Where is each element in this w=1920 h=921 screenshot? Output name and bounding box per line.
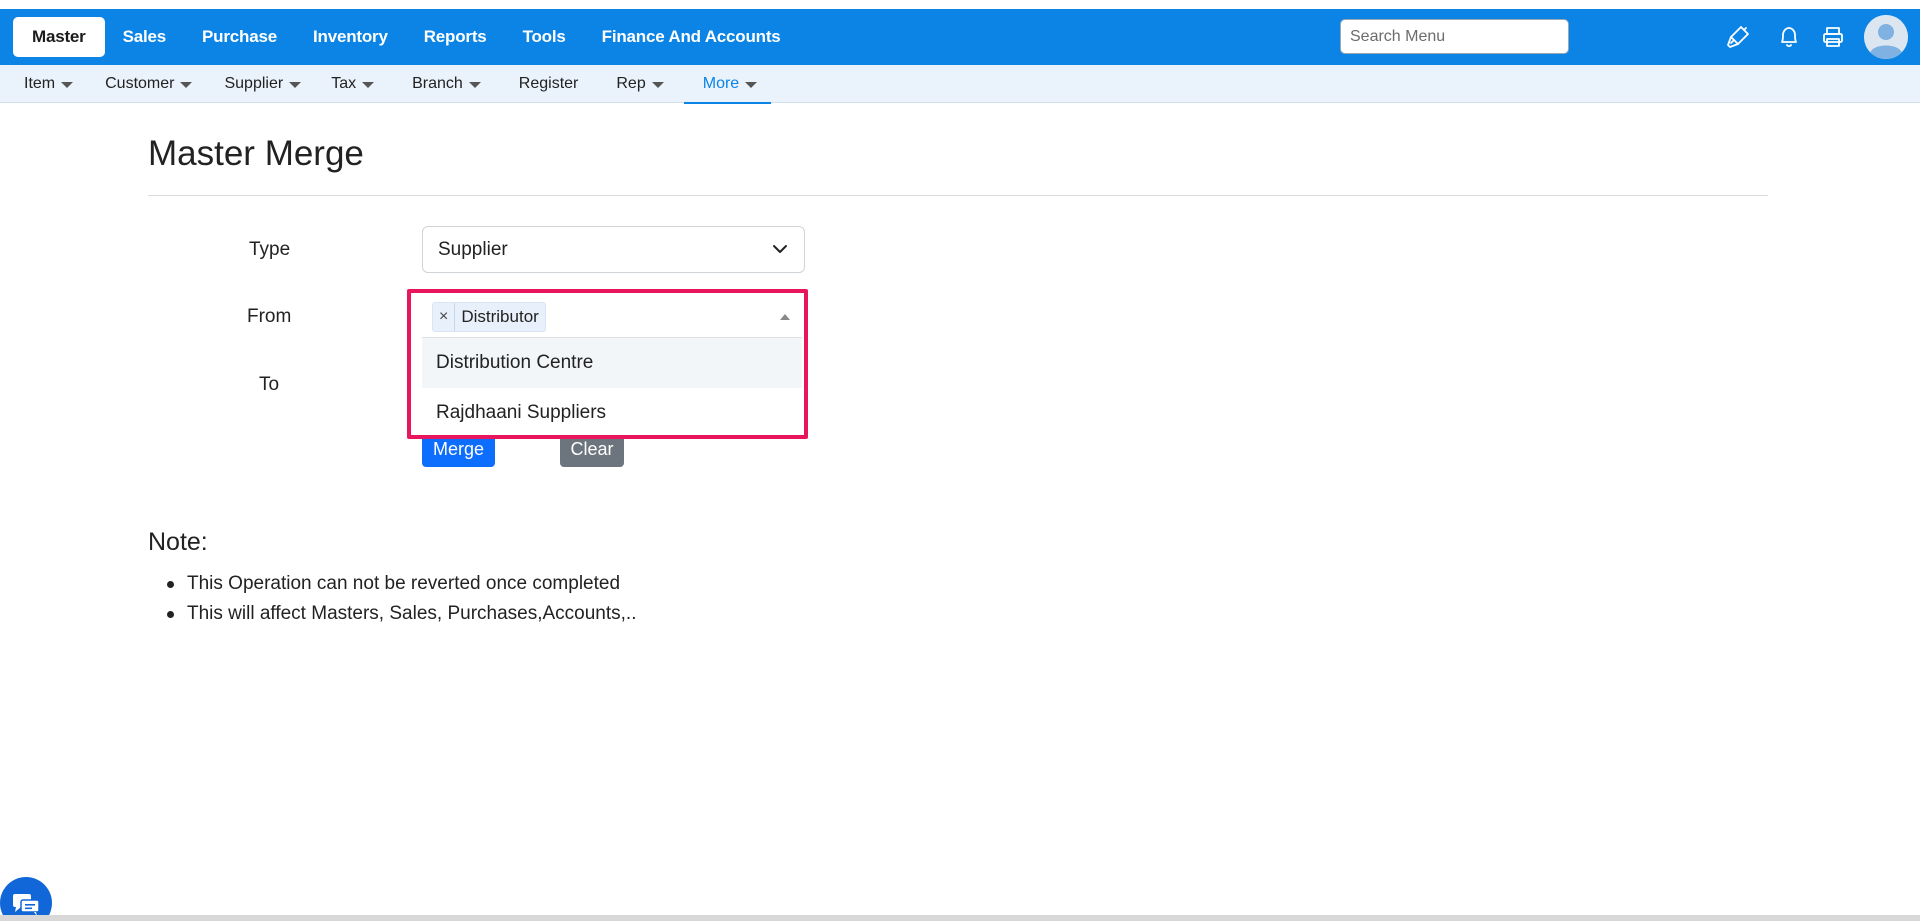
- brush-icon[interactable]: [1724, 23, 1752, 51]
- nav-reports[interactable]: Reports: [406, 17, 505, 57]
- main-navbar: Master Sales Purchase Inventory Reports …: [0, 9, 1920, 65]
- subnav-branch[interactable]: Branch: [400, 65, 493, 103]
- subnav-tax[interactable]: Tax: [319, 65, 386, 103]
- top-strip: [0, 0, 1920, 9]
- subnav-more[interactable]: More: [683, 65, 772, 104]
- nav-master[interactable]: Master: [13, 17, 105, 57]
- nav-tools[interactable]: Tools: [505, 17, 584, 57]
- note-list: This Operation can not be reverted once …: [148, 569, 637, 629]
- nav-finance-and-accounts[interactable]: Finance And Accounts: [584, 17, 799, 57]
- subnav-item-label: Register: [518, 74, 579, 92]
- subnav-item-label: Branch: [412, 74, 463, 92]
- caret-down-icon: [180, 81, 193, 88]
- caret-down-icon: [651, 81, 664, 88]
- chevron-down-icon: [773, 245, 787, 253]
- bottom-scrollbar[interactable]: [0, 915, 1920, 921]
- note-item: This Operation can not be reverted once …: [148, 569, 637, 599]
- highlight-box: [407, 289, 808, 439]
- subnav-register[interactable]: Register: [507, 65, 591, 103]
- type-label: Type: [249, 239, 291, 260]
- caret-down-icon: [362, 81, 375, 88]
- subnav-item-label: Rep: [616, 74, 646, 92]
- caret-down-icon: [745, 81, 758, 88]
- caret-down-icon: [468, 81, 481, 88]
- nav-inventory[interactable]: Inventory: [295, 17, 406, 57]
- caret-down-icon: [61, 81, 74, 88]
- subnav-item-label: Item: [24, 74, 56, 92]
- subnav-item-label: More: [702, 74, 740, 92]
- nav-purchase[interactable]: Purchase: [184, 17, 295, 57]
- nav-sales[interactable]: Sales: [105, 17, 184, 57]
- subnav-item-label: Customer: [105, 74, 175, 92]
- subnav-customer[interactable]: Customer: [93, 65, 204, 103]
- caret-down-icon: [289, 81, 302, 88]
- divider: [148, 195, 1768, 196]
- subnav-rep[interactable]: Rep: [604, 65, 675, 103]
- type-select[interactable]: Supplier: [422, 226, 805, 273]
- user-avatar-icon[interactable]: [1864, 15, 1908, 59]
- type-select-value: Supplier: [438, 238, 508, 260]
- printer-icon[interactable]: [1819, 23, 1847, 51]
- sub-navbar: Item Customer Supplier Tax Branch Regist…: [0, 65, 1920, 104]
- subnav-supplier[interactable]: Supplier: [212, 65, 313, 103]
- to-label: To: [259, 374, 280, 395]
- search-menu-input[interactable]: [1340, 19, 1569, 54]
- page-title: Master Merge: [148, 134, 364, 173]
- from-label: From: [247, 306, 292, 327]
- subnav-item-label: Supplier: [224, 74, 284, 92]
- subnav-item[interactable]: Item: [12, 65, 85, 103]
- note-title: Note:: [148, 528, 208, 556]
- note-item: This will affect Masters, Sales, Purchas…: [148, 599, 637, 629]
- subnav-item-label: Tax: [331, 74, 357, 92]
- bell-icon[interactable]: [1775, 23, 1803, 51]
